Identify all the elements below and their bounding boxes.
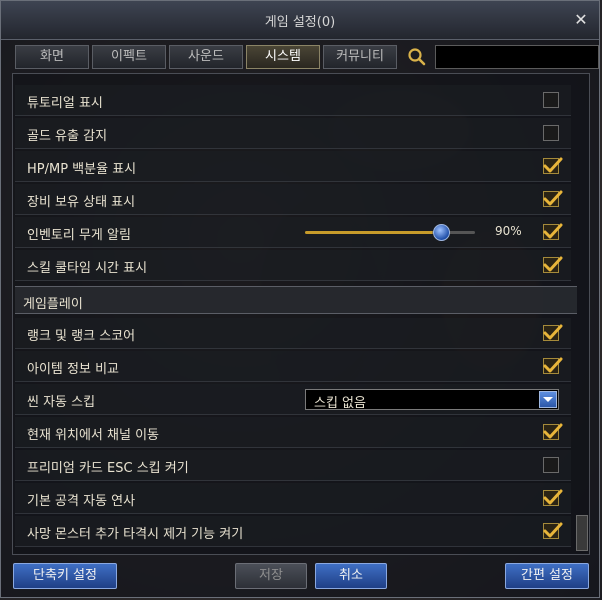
setting-label: 씬 자동 스킵 <box>27 395 96 410</box>
setting-label: 랭크 및 랭크 스코어 <box>27 329 136 344</box>
cancel-button[interactable]: 취소 <box>315 563 387 589</box>
item-compare-checkbox[interactable] <box>543 357 563 374</box>
setting-label: 프리미엄 카드 ESC 스킵 켜기 <box>27 461 189 476</box>
channel-move-checkbox[interactable] <box>543 423 563 440</box>
setting-label: 골드 유출 감지 <box>27 129 108 144</box>
setting-row-tutorial: 튜토리얼 표시 <box>15 85 571 116</box>
setting-label: 아이템 정보 비교 <box>27 362 119 377</box>
chevron-down-icon[interactable] <box>539 391 557 408</box>
setting-row-equipment: 장비 보유 상태 표시 <box>15 184 571 215</box>
tab-sound[interactable]: 사운드 <box>169 45 243 69</box>
setting-label: 사망 몬스터 추가 타격시 제거 기능 켜기 <box>27 527 244 542</box>
search-icon[interactable] <box>407 47 427 67</box>
setting-row-gold-leak: 골드 유출 감지 <box>15 118 571 149</box>
hpmp-checkbox[interactable] <box>543 157 563 174</box>
gold-leak-checkbox[interactable] <box>543 125 559 141</box>
save-button[interactable]: 저장 <box>235 563 307 589</box>
check-icon <box>543 423 563 439</box>
setting-label: HP/MP 백분율 표시 <box>27 162 137 177</box>
scene-skip-dropdown[interactable]: 스킵 없음 <box>305 389 559 411</box>
setting-row-scene-skip: 씬 자동 스킵 스킵 없음 <box>15 384 571 415</box>
slider-value: 90% <box>495 224 522 238</box>
premium-skip-checkbox[interactable] <box>543 457 559 473</box>
search-input[interactable] <box>435 45 599 69</box>
tab-effect[interactable]: 이펙트 <box>92 45 166 69</box>
section-header-gameplay: 게임플레이 <box>15 286 577 314</box>
cooldown-checkbox[interactable] <box>543 256 563 273</box>
inventory-weight-checkbox[interactable] <box>543 223 563 240</box>
simple-settings-button[interactable]: 간편 설정 <box>505 563 589 589</box>
setting-row-hpmp: HP/MP 백분율 표시 <box>15 151 571 182</box>
setting-row-inventory-weight: 인벤토리 무게 알림 90% <box>15 217 571 248</box>
setting-row-premium-skip: 프리미엄 카드 ESC 스킵 켜기 <box>15 450 571 481</box>
tutorial-checkbox[interactable] <box>543 92 559 108</box>
check-icon <box>543 190 563 206</box>
section-title: 게임플레이 <box>23 297 83 312</box>
close-icon[interactable]: ✕ <box>571 10 591 30</box>
window-title: 게임 설정(0) <box>264 15 336 30</box>
setting-label: 현재 위치에서 채널 이동 <box>27 428 159 443</box>
setting-row-rank: 랭크 및 랭크 스코어 <box>15 318 571 349</box>
slider-handle[interactable] <box>433 224 450 241</box>
setting-label: 장비 보유 상태 표시 <box>27 195 136 210</box>
tab-system[interactable]: 시스템 <box>246 45 320 69</box>
game-settings-window: 게임 설정(0) ✕ 화면 이펙트 사운드 시스템 커뮤니티 튜토리얼 표시 골… <box>0 0 600 598</box>
check-icon <box>543 256 563 272</box>
check-icon <box>543 489 563 505</box>
dropdown-value: 스킵 없음 <box>314 396 366 411</box>
setting-label: 튜토리얼 표시 <box>27 96 103 111</box>
tab-screen[interactable]: 화면 <box>15 45 89 69</box>
check-icon <box>543 522 563 538</box>
setting-label: 기본 공격 자동 연사 <box>27 494 136 509</box>
setting-row-cooldown: 스킬 쿨타임 시간 표시 <box>15 250 571 281</box>
setting-row-channel-move: 현재 위치에서 채널 이동 <box>15 417 571 448</box>
setting-label: 인벤토리 무게 알림 <box>27 228 131 243</box>
scrollbar[interactable] <box>576 515 588 551</box>
check-icon <box>543 223 563 239</box>
tab-bar: 화면 이펙트 사운드 시스템 커뮤니티 <box>15 45 397 69</box>
check-icon <box>543 324 563 340</box>
title-bar: 게임 설정(0) ✕ <box>1 1 599 40</box>
tab-community[interactable]: 커뮤니티 <box>323 45 397 69</box>
dead-monster-checkbox[interactable] <box>543 522 563 539</box>
hotkey-settings-button[interactable]: 단축키 설정 <box>13 563 117 589</box>
check-icon <box>543 357 563 373</box>
auto-attack-checkbox[interactable] <box>543 489 563 506</box>
setting-label: 스킬 쿨타임 시간 표시 <box>27 261 148 276</box>
setting-row-dead-monster: 사망 몬스터 추가 타격시 제거 기능 켜기 <box>15 516 571 547</box>
rank-checkbox[interactable] <box>543 324 563 341</box>
check-icon <box>543 157 563 173</box>
setting-row-item-compare: 아이템 정보 비교 <box>15 351 571 382</box>
equipment-checkbox[interactable] <box>543 190 563 207</box>
setting-row-auto-attack: 기본 공격 자동 연사 <box>15 483 571 514</box>
